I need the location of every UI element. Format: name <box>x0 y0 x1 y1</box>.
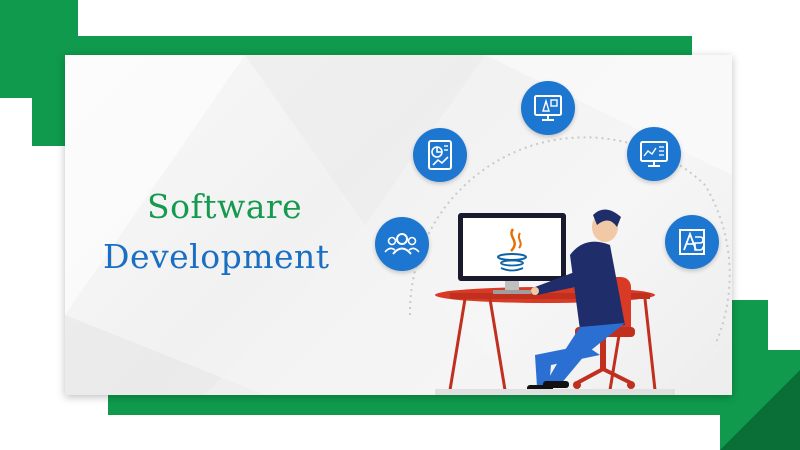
design-monitor-icon <box>521 81 575 135</box>
analytics-monitor-icon <box>627 127 681 181</box>
typography-icon <box>665 215 719 269</box>
team-icon <box>375 217 429 271</box>
frame-top-left-side <box>0 0 32 98</box>
report-chart-icon <box>413 128 467 182</box>
hero-card: Software Development <box>65 55 732 395</box>
